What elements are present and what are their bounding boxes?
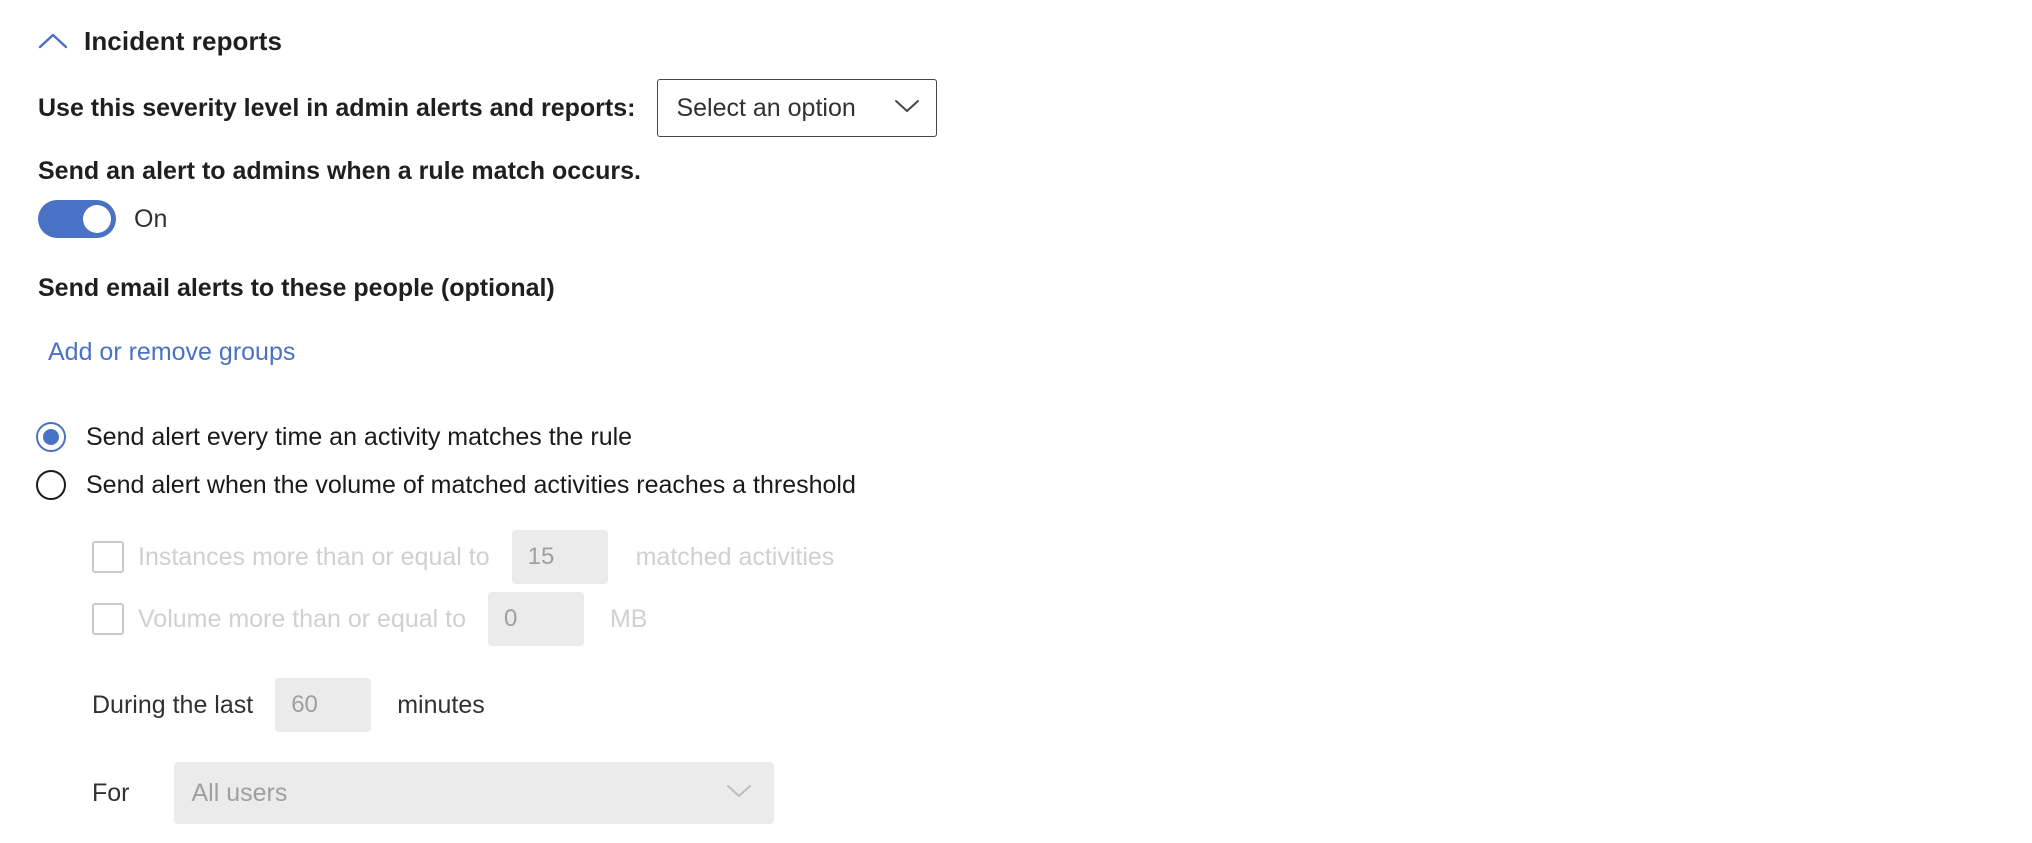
chevron-up-icon[interactable] (38, 32, 68, 50)
threshold-instances-input[interactable]: 15 (511, 530, 608, 584)
threshold-instances-label: Instances more than or equal to (138, 542, 490, 571)
threshold-volume-label: Volume more than or equal to (138, 604, 466, 633)
alert-mode-option-threshold[interactable]: Send alert when the volume of matched ac… (36, 470, 856, 500)
checkbox-instances[interactable] (92, 541, 124, 573)
section-title: Incident reports (84, 25, 283, 56)
incident-reports-section-header[interactable]: Incident reports (38, 24, 282, 58)
threshold-scope-label: For (92, 778, 130, 807)
alert-mode-option-threshold-label: Send alert when the volume of matched ac… (86, 470, 856, 499)
chevron-down-icon (884, 98, 920, 119)
severity-level-dropdown[interactable]: Select an option (657, 79, 938, 137)
alert-mode-option-every-time-label: Send alert every time an activity matche… (86, 422, 633, 451)
severity-level-row: Use this severity level in admin alerts … (38, 78, 938, 138)
threshold-volume-input[interactable]: 0 (487, 592, 584, 646)
checkbox-volume[interactable] (92, 603, 124, 635)
admin-alert-toggle-state: On (134, 204, 168, 233)
threshold-instances-row: Instances more than or equal to 15 match… (92, 530, 834, 584)
incident-reports-panel: Incident reports Use this severity level… (0, 0, 2032, 843)
threshold-duration-input[interactable]: 60 (275, 678, 372, 732)
email-alerts-label: Send email alerts to these people (optio… (38, 274, 555, 302)
threshold-duration-row: During the last 60 minutes (92, 678, 485, 732)
radio-threshold[interactable] (36, 470, 66, 500)
chevron-down-icon (716, 783, 752, 804)
severity-level-label: Use this severity level in admin alerts … (38, 94, 636, 122)
threshold-volume-unit: MB (609, 604, 648, 633)
toggle-knob (83, 205, 111, 233)
admin-alert-toggle[interactable] (38, 200, 116, 238)
admin-alert-label: Send an alert to admins when a rule matc… (38, 157, 641, 185)
threshold-duration-unit: minutes (397, 690, 485, 719)
threshold-volume-row: Volume more than or equal to 0 MB (92, 592, 647, 646)
threshold-scope-dropdown-value: All users (191, 778, 288, 807)
threshold-scope-row: For All users (92, 762, 774, 824)
add-or-remove-groups-link[interactable]: Add or remove groups (48, 338, 295, 367)
severity-level-dropdown-value: Select an option (676, 93, 856, 122)
alert-mode-option-every-time[interactable]: Send alert every time an activity matche… (36, 422, 632, 452)
radio-every-time[interactable] (36, 422, 66, 452)
threshold-scope-dropdown[interactable]: All users (173, 762, 774, 824)
threshold-instances-unit: matched activities (635, 542, 835, 571)
admin-alert-toggle-row: On (38, 200, 167, 238)
threshold-duration-label: During the last (92, 690, 254, 719)
